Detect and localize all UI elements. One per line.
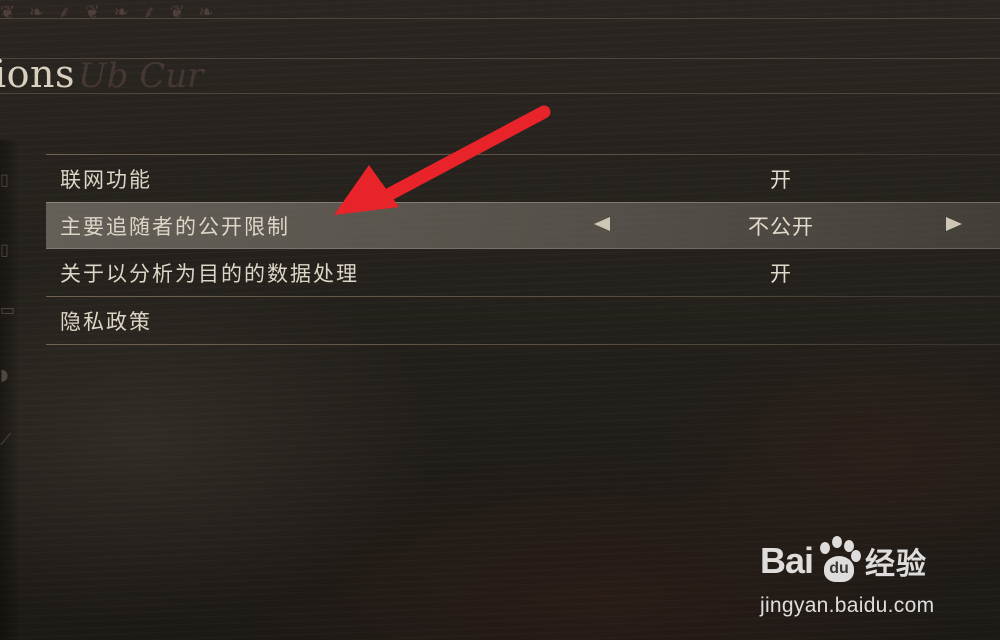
watermark-cn-text: 经验 [865,547,928,582]
triangle-right-icon[interactable] [946,217,962,231]
rail-icon: ◗ [0,365,9,384]
watermark-bai-text: Bai [760,540,814,581]
setting-row-network[interactable]: 联网功能 开 [46,155,1000,202]
rail-icon: ▯ [0,170,9,189]
setting-label: 主要追随者的公开限制 [60,214,290,239]
rail-icon: ⟋ [0,430,12,449]
watermark-url: jingyan.baidu.com [760,594,935,617]
page-title: ions [0,52,76,96]
setting-value: 开 [770,261,792,286]
triangle-left-icon[interactable] [594,217,610,231]
setting-row-follower-visibility[interactable]: 主要追随者的公开限制 不公开 [46,202,1000,249]
setting-label: 关于以分析为目的的数据处理 [60,261,359,286]
game-options-screen: ❦ ❧ ⸙ ❦ ❧ ⸙ ❦ ❧ ions Ub Cur ▯ ▯ ▭ ◗ ⟋ 联网… [0,0,1000,640]
watermark-du-text: du [824,556,855,582]
setting-row-privacy-policy[interactable]: 隐私政策 [46,297,1000,344]
setting-label: 联网功能 [60,167,152,192]
header-divider-top [0,18,1000,19]
setting-label: 隐私政策 [60,309,152,334]
setting-row-analytics[interactable]: 关于以分析为目的的数据处理 开 [46,249,1000,296]
setting-value: 开 [770,167,792,192]
row-divider [46,344,1000,345]
header-ornament: ❦ ❧ ⸙ ❦ ❧ ⸙ ❦ ❧ [0,2,218,23]
settings-list: 联网功能 开 主要追随者的公开限制 不公开 关于以分析为目的的数据处理 开 隐私… [46,154,1000,345]
title-ghost-text: Ub Cur [78,56,204,96]
rail-icon: ▭ [0,300,16,319]
baidu-jingyan-watermark: Bai du 经验 jingyan.baidu.com [760,530,980,618]
paw-icon: du [815,536,862,586]
rail-icon: ▯ [0,240,9,259]
left-side-rail: ▯ ▯ ▭ ◗ ⟋ [0,140,18,640]
setting-value: 不公开 [748,214,814,239]
watermark-logo: Bai du 经验 [760,530,980,592]
